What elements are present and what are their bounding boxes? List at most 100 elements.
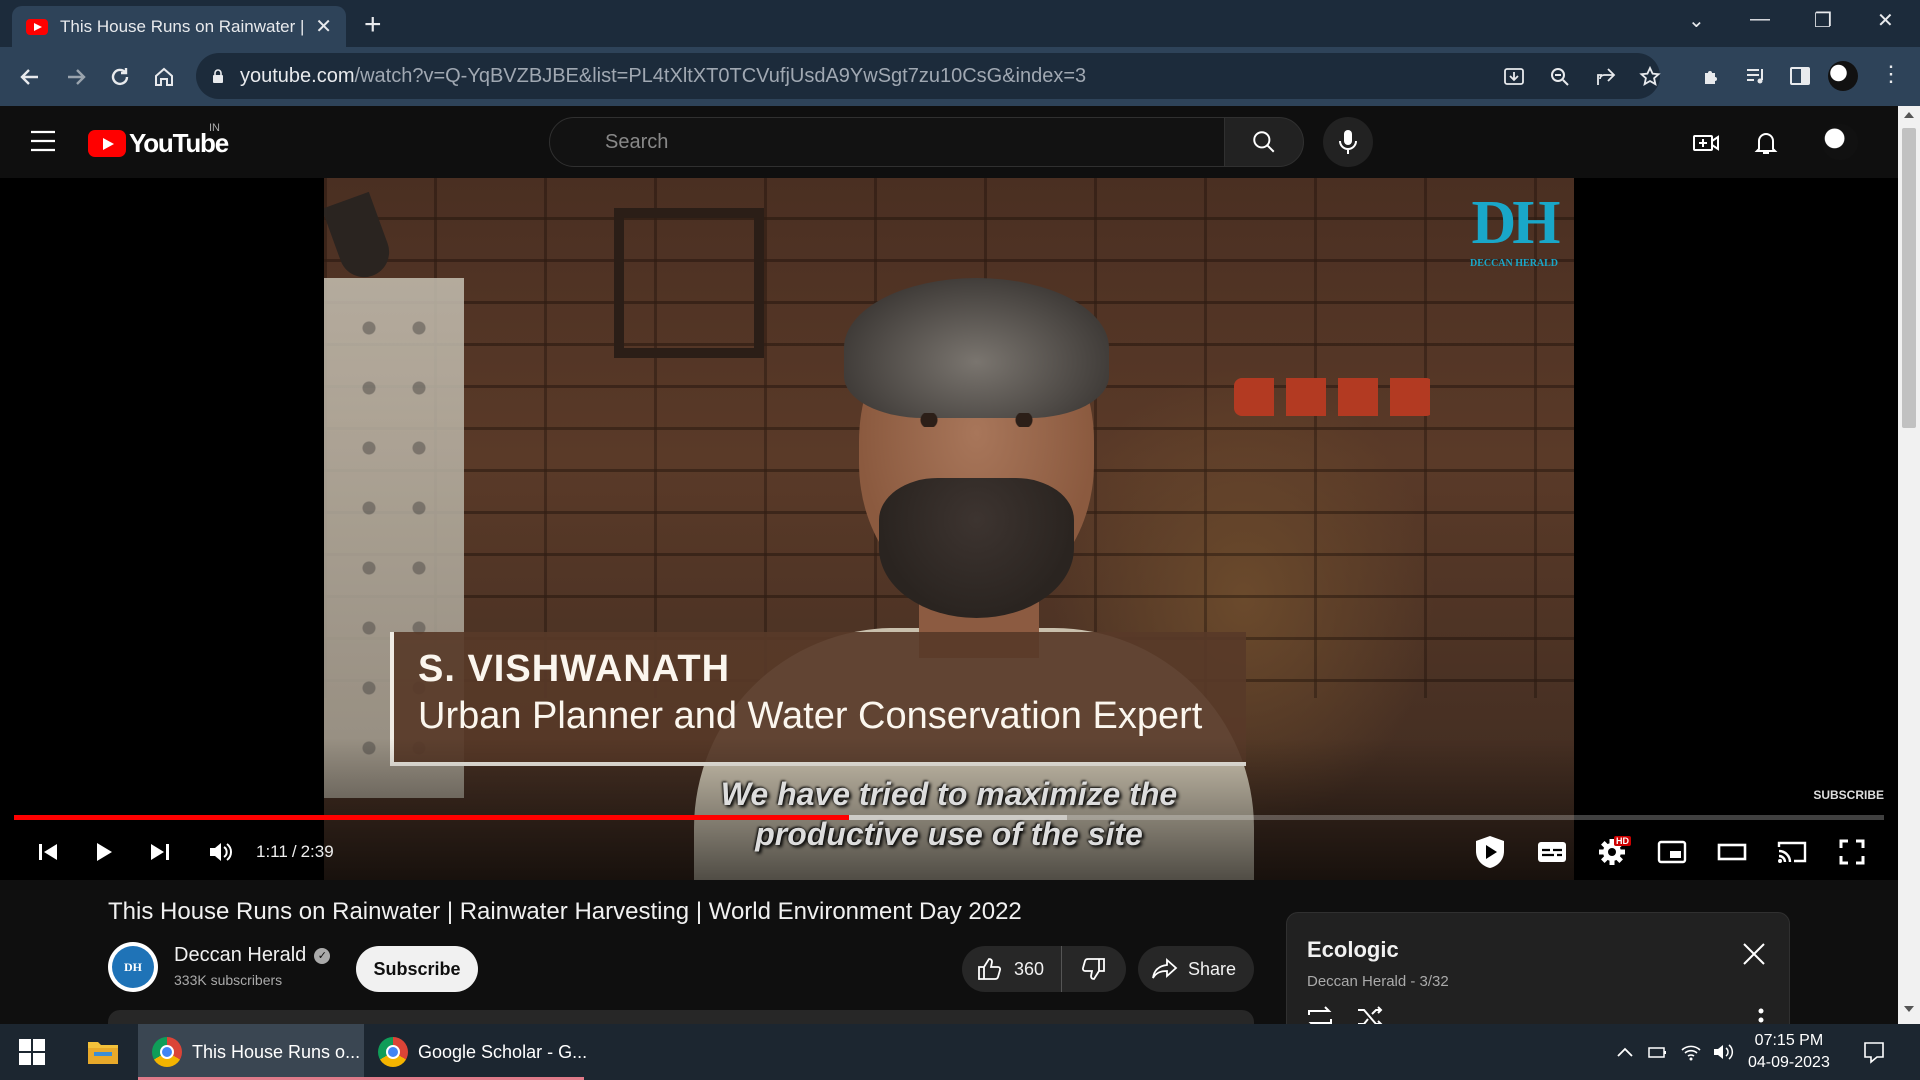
search-icon <box>1253 131 1275 153</box>
search-box <box>549 117 1225 167</box>
description-box[interactable] <box>108 1010 1254 1024</box>
like-button[interactable]: 360 <box>962 946 1062 992</box>
background-pots <box>1234 378 1434 416</box>
lock-icon <box>213 69 223 83</box>
current-time: 1:11 <box>256 842 288 861</box>
system-clock[interactable]: 07:15 PM 04-09-2023 <box>1748 1030 1830 1074</box>
next-video-button[interactable] <box>140 832 180 872</box>
shuffle-icon[interactable] <box>1355 1003 1385 1024</box>
extensions-puzzle-icon[interactable] <box>1700 64 1724 88</box>
fullscreen-icon <box>1839 839 1865 865</box>
restore-button[interactable]: ❐ <box>1814 8 1832 33</box>
home-icon <box>155 67 173 86</box>
back-button[interactable] <box>14 61 46 93</box>
window-close-button[interactable]: ✕ <box>1877 8 1894 33</box>
subscribe-button[interactable]: Subscribe <box>356 946 478 992</box>
channel-avatar[interactable]: DH <box>108 942 158 992</box>
country-code: IN <box>209 122 220 134</box>
search-input[interactable] <box>605 130 1224 154</box>
loop-icon[interactable] <box>1305 1003 1335 1024</box>
youtube-favicon-icon <box>26 18 48 35</box>
tab-search-chevron-icon[interactable]: ⌄ <box>1688 8 1705 33</box>
progress-played <box>14 815 849 820</box>
zoom-icon[interactable] <box>1548 65 1572 89</box>
previous-icon <box>39 844 57 860</box>
notification-center-icon[interactable] <box>1862 1040 1886 1064</box>
miniplayer-icon <box>1657 840 1687 864</box>
battery-icon[interactable] <box>1646 1042 1668 1062</box>
progress-bar[interactable] <box>14 815 1884 820</box>
install-app-icon[interactable] <box>1502 65 1526 89</box>
fullscreen-button[interactable] <box>1832 832 1872 872</box>
create-video-icon[interactable] <box>1692 129 1720 157</box>
profile-avatar[interactable] <box>1828 61 1858 91</box>
speaker-volume-icon[interactable] <box>1712 1042 1734 1062</box>
wifi-icon[interactable] <box>1680 1042 1702 1062</box>
guide-menu-icon[interactable] <box>30 130 56 152</box>
new-tab-button[interactable]: + <box>364 8 382 42</box>
search-button[interactable] <box>1224 117 1304 167</box>
bookmark-star-icon[interactable] <box>1638 65 1662 89</box>
previous-video-button[interactable] <box>28 832 68 872</box>
reload-icon <box>111 68 129 86</box>
miniplayer-button[interactable] <box>1652 832 1692 872</box>
chrome-icon <box>378 1037 408 1067</box>
more-vertical-icon[interactable] <box>1757 1007 1765 1024</box>
dislike-button[interactable] <box>1062 946 1126 992</box>
subscriber-count: 333K subscribers <box>174 972 283 988</box>
tab-close-icon[interactable]: ✕ <box>315 14 332 39</box>
speaker-name: S. VISHWANATH <box>418 648 731 690</box>
mute-button[interactable] <box>200 832 240 872</box>
play-button[interactable] <box>84 832 124 872</box>
address-bar[interactable]: youtube.com/watch?v=Q-YqBVZBJBE&list=PL4… <box>196 53 1662 99</box>
play-icon <box>97 843 112 861</box>
scrollbar-thumb[interactable] <box>1902 128 1916 428</box>
windows-start-icon[interactable] <box>18 1038 46 1066</box>
playlist-subtitle: Deccan Herald - 3/32 <box>1307 973 1449 990</box>
share-arrow-icon <box>1152 957 1178 979</box>
speaker-role: Urban Planner and Water Conservation Exp… <box>418 695 1203 737</box>
subtitles-button[interactable] <box>1532 832 1572 872</box>
media-control-icon[interactable] <box>1744 64 1768 88</box>
video-title: This House Runs on Rainwater | Rainwater… <box>108 898 1022 925</box>
video-player[interactable]: DH DECCAN HERALD S. VISHWANATH Urban Pla… <box>0 178 1898 880</box>
reload-button[interactable] <box>104 61 136 93</box>
volume-icon <box>210 843 232 861</box>
cast-button[interactable] <box>1772 832 1812 872</box>
scroll-down-arrow-icon[interactable] <box>1904 1006 1914 1012</box>
subscribe-watermark[interactable]: SUBSCRIBE <box>1813 788 1884 802</box>
forward-button[interactable] <box>60 61 92 93</box>
theater-mode-button[interactable] <box>1712 832 1752 872</box>
clock-time: 07:15 PM <box>1754 1032 1824 1049</box>
playlist-panel: Ecologic Deccan Herald - 3/32 <box>1286 912 1790 1024</box>
page-scrollbar[interactable] <box>1898 106 1920 1024</box>
browser-tab-active[interactable]: This House Runs on Rainwater | R ✕ <box>12 6 346 47</box>
browser-tab-strip: This House Runs on Rainwater | R ✕ + ⌄ —… <box>0 0 1920 47</box>
browser-toolbar: youtube.com/watch?v=Q-YqBVZBJBE&list=PL4… <box>0 47 1920 106</box>
scroll-up-arrow-icon[interactable] <box>1904 112 1914 118</box>
like-count: 360 <box>1014 958 1045 979</box>
microphone-icon <box>1339 130 1357 154</box>
share-page-icon[interactable] <box>1594 65 1618 89</box>
next-icon <box>151 844 169 860</box>
share-label: Share <box>1188 958 1237 979</box>
thumbs-down-icon <box>1081 958 1105 980</box>
share-button[interactable]: Share <box>1138 946 1254 992</box>
voice-search-button[interactable] <box>1323 117 1373 167</box>
duration: 2:39 <box>300 842 334 861</box>
notifications-bell-icon[interactable] <box>1752 129 1780 157</box>
browser-menu-icon[interactable]: ⋮ <box>1880 61 1902 87</box>
taskbar-item-google-scholar[interactable]: Google Scholar - G... <box>364 1024 587 1080</box>
side-panel-icon[interactable] <box>1788 64 1812 88</box>
minimize-button[interactable]: — <box>1750 8 1770 31</box>
channel-name[interactable]: Deccan Herald ✓ <box>174 944 331 967</box>
tray-chevron-up-icon[interactable] <box>1614 1042 1636 1062</box>
autoplay-toggle[interactable] <box>1470 832 1510 872</box>
playlist-title[interactable]: Ecologic <box>1307 937 1399 963</box>
youtube-logo[interactable]: YouTube <box>88 128 229 159</box>
playlist-close-icon[interactable] <box>1741 941 1767 967</box>
home-button[interactable] <box>148 61 180 93</box>
file-explorer-icon[interactable] <box>86 1036 120 1066</box>
taskbar-item-youtube[interactable]: This House Runs o... <box>138 1024 364 1080</box>
account-avatar[interactable] <box>1822 124 1858 160</box>
